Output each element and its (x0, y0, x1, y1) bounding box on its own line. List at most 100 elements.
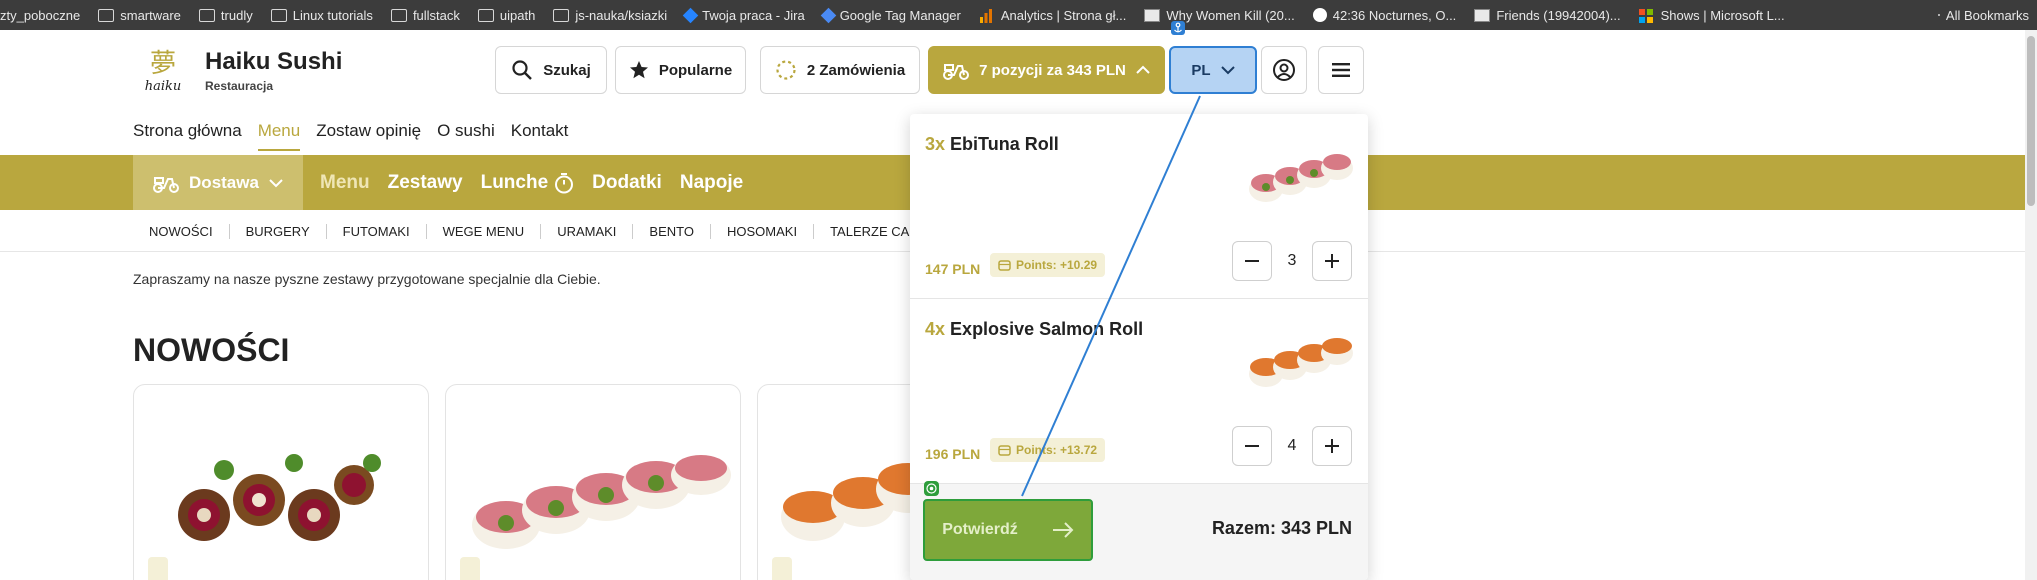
product-image (472, 455, 731, 549)
language-select[interactable]: PL (1169, 46, 1257, 94)
scooter-icon (943, 64, 970, 80)
arrow-right-icon (1052, 522, 1074, 538)
category-nav: Menu Zestawy Lunche Dodatki Napoje (320, 155, 743, 210)
orders-button[interactable]: 2 Zamówienia (760, 46, 920, 94)
nav-menu[interactable]: Menu (257, 121, 301, 151)
minus-icon (1245, 260, 1259, 262)
jira-icon (682, 7, 699, 23)
category-lunch[interactable]: Lunche (481, 172, 575, 194)
cart-total: Razem: 343 PLN (1211, 518, 1352, 538)
site-icon (1144, 8, 1161, 22)
product-card[interactable] (445, 384, 741, 580)
bookmark-item[interactable]: Why Women Kill (20... (1144, 8, 1295, 23)
decrease-button[interactable] (1232, 426, 1272, 466)
bookmark-item[interactable]: Twoja praca - Jira (682, 7, 805, 23)
chevron-down-icon (1220, 66, 1235, 75)
section-title: NOWOŚCI (133, 332, 290, 368)
account-button[interactable] (1261, 46, 1307, 94)
increase-button[interactable] (1312, 426, 1352, 466)
cart-item: 3x EbiTuna Roll 147 PLN Points: +10.29 3 (910, 114, 1368, 299)
top-nav: Strona główna Menu Zostaw opinię O sushi… (133, 121, 568, 151)
search-icon (512, 60, 533, 80)
cart-button[interactable]: 7 pozycji za 343 PLN (928, 46, 1165, 94)
cart-item-price: 196 PLN (925, 446, 981, 462)
folder-icon (390, 8, 407, 22)
nav-about-sushi[interactable]: O sushi (437, 121, 495, 151)
bookmark-item[interactable]: js-nauka/ksiazki (553, 8, 667, 23)
subcat-item[interactable]: WEGE MENU (427, 223, 542, 239)
all-bookmarks[interactable]: All Bookmarks (1937, 0, 2029, 30)
cart-item-title: 4x Explosive Salmon Roll (925, 319, 1144, 339)
stopwatch-icon (555, 172, 574, 193)
category-sets[interactable]: Zestawy (388, 172, 463, 194)
bookmark-item[interactable]: uipath (477, 8, 535, 23)
nav-home[interactable]: Strona główna (133, 121, 242, 151)
logo[interactable]: 夢 haiku (138, 48, 188, 96)
points-badge: Points: +10.29 (990, 253, 1106, 277)
intro-text: Zapraszamy na nasze pyszne zestawy przyg… (133, 271, 601, 287)
coin-stack-icon (998, 444, 1011, 456)
bookmark-item[interactable]: trudly (198, 8, 253, 23)
analytics-icon (979, 8, 995, 23)
nav-review[interactable]: Zostaw opinię (316, 121, 421, 151)
cart-item-image (1249, 338, 1353, 387)
coin-stack-icon (998, 259, 1011, 271)
plus-icon (1325, 254, 1339, 268)
subcat-item[interactable]: FUTOMAKI (327, 223, 427, 239)
hamburger-icon (1332, 63, 1350, 77)
bookmark-item[interactable]: Shows | Microsoft L... (1638, 8, 1785, 23)
popular-button[interactable]: Popularne (615, 46, 746, 94)
points-badge (148, 557, 168, 580)
bookmark-item[interactable]: 42:36 Nocturnes, O... (1312, 8, 1456, 23)
bookmark-item[interactable]: Google Tag Manager (820, 7, 961, 23)
folder-icon (98, 8, 115, 22)
chevron-down-icon (269, 178, 283, 187)
bookmark-item[interactable]: Friends (19942004)... (1474, 8, 1621, 23)
category-menu[interactable]: Menu (320, 172, 370, 194)
subcat-item[interactable]: TALERZE CA (814, 224, 925, 239)
decrease-button[interactable] (1232, 241, 1272, 281)
bookmark-item[interactable]: zty_poboczne (0, 8, 80, 23)
subcat-item[interactable]: BENTO (633, 223, 711, 239)
svg-text:夢: 夢 (150, 49, 176, 79)
subcat-item[interactable]: URAMAKI (541, 223, 634, 239)
category-drinks[interactable]: Napoje (680, 172, 743, 194)
product-image (178, 454, 381, 541)
bookmark-item[interactable]: Linux tutorials (270, 8, 373, 23)
brand-title[interactable]: Haiku Sushi (205, 48, 342, 76)
cart-dropdown: 3x EbiTuna Roll 147 PLN Points: +10.29 3… (910, 114, 1368, 580)
search-button[interactable]: Szukaj (495, 46, 607, 94)
cart-item-title: 3x EbiTuna Roll (925, 134, 1059, 154)
microsoft-icon (1638, 8, 1655, 23)
chevron-up-icon (1136, 65, 1150, 74)
folder-icon (270, 8, 287, 22)
increase-button[interactable] (1312, 241, 1352, 281)
scrollbar-thumb[interactable] (2027, 36, 2035, 206)
nav-contact[interactable]: Kontakt (511, 121, 569, 151)
points-badge (772, 557, 792, 580)
subcat-item[interactable]: BURGERY (230, 223, 327, 239)
bookmark-item[interactable]: Analytics | Strona gł... (979, 8, 1126, 23)
subcat-item[interactable]: NOWOŚCI (133, 223, 230, 239)
brand-subtitle: Restauracja (205, 79, 274, 93)
bookmark-item[interactable]: fullstack (390, 8, 460, 23)
folder-icon (1937, 14, 1940, 16)
minus-icon (1245, 445, 1259, 447)
google-icon (1312, 8, 1327, 22)
gtm-icon (820, 7, 836, 23)
cart-item-image (1249, 154, 1353, 202)
menu-button[interactable] (1318, 46, 1364, 94)
product-card[interactable] (133, 384, 429, 580)
star-icon (629, 61, 648, 79)
folder-icon (198, 8, 215, 22)
category-extras[interactable]: Dodatki (592, 172, 662, 194)
user-icon (1273, 59, 1295, 81)
plus-icon (1325, 439, 1339, 453)
bookmark-item[interactable]: smartware (98, 8, 181, 23)
quantity-value: 3 (1287, 252, 1297, 269)
points-badge: Points: +13.72 (990, 438, 1106, 462)
scooter-icon (153, 176, 180, 193)
confirm-button[interactable]: Potwierdź (923, 499, 1093, 561)
subcat-item[interactable]: HOSOMAKI (711, 223, 815, 239)
delivery-dropdown[interactable]: Dostawa (133, 155, 303, 210)
